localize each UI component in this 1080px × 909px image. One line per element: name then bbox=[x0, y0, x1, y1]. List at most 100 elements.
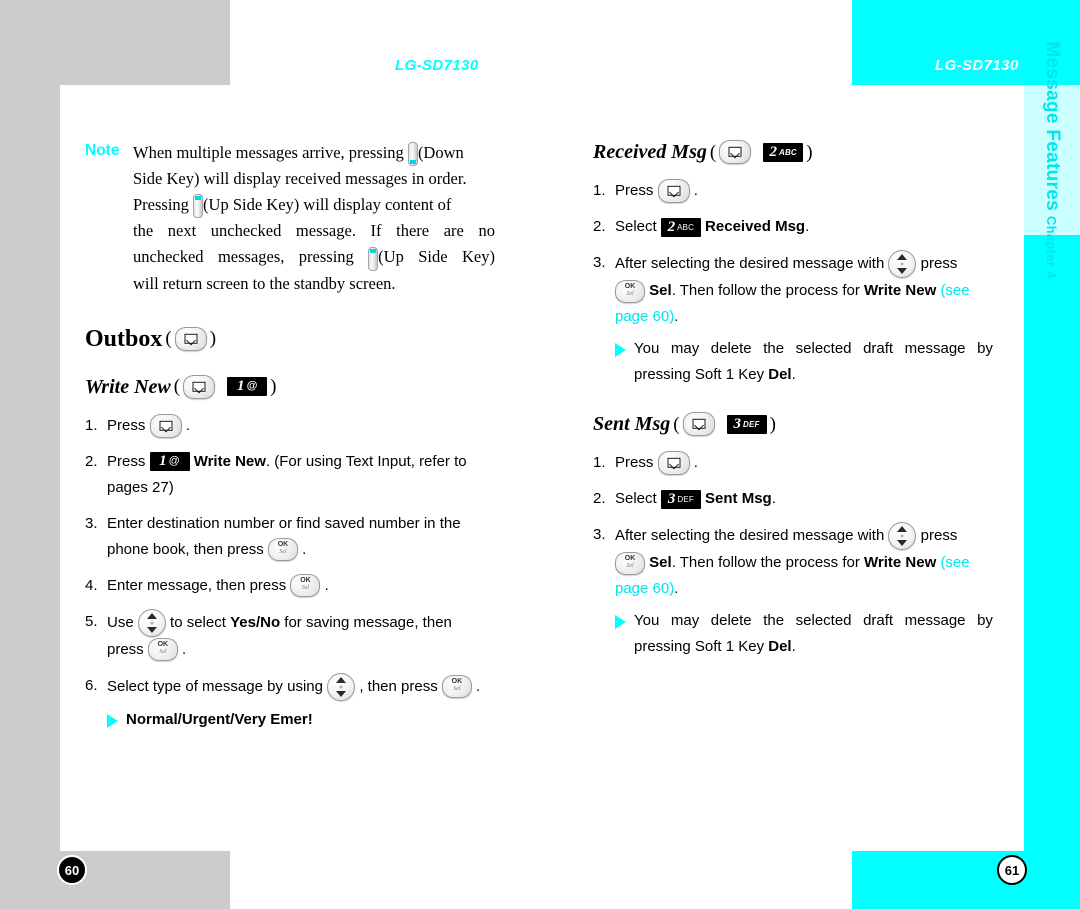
step-number: 2. bbox=[593, 218, 606, 235]
note-w-there: there bbox=[396, 221, 430, 241]
bl-w-the: the bbox=[763, 612, 785, 629]
decor-block-gray-bottom bbox=[0, 851, 230, 909]
step-number: 1. bbox=[593, 182, 606, 199]
note-line-1: When multiple messages arrive, pressing … bbox=[133, 140, 495, 167]
cross-reference-page[interactable]: page 60) bbox=[615, 308, 674, 325]
message-key-icon-sm bbox=[682, 412, 715, 436]
ok-key-icon-sm3: OK Sel bbox=[615, 551, 645, 575]
section-heading-outbox: Outbox ( ) bbox=[85, 326, 495, 351]
side-key-up-icon bbox=[193, 194, 204, 219]
note-line-4: the next unchecked message. If there are… bbox=[133, 218, 495, 244]
note-label: Note bbox=[85, 142, 120, 159]
key-1-digit: 1 bbox=[236, 378, 245, 395]
note-w-messages: messages, bbox=[217, 247, 285, 267]
side-key-down-icon bbox=[407, 142, 418, 167]
step-bold-label: Write New bbox=[193, 452, 266, 470]
navigation-key-icon-s6 bbox=[327, 672, 356, 701]
step-text-mid: . Then follow the process for bbox=[671, 282, 860, 299]
step-number: 3. bbox=[593, 254, 606, 271]
step-line-2: phone book, then press OK Sel . bbox=[107, 537, 495, 563]
step-item: 4. Enter message, then press OK Sel . bbox=[85, 573, 495, 599]
step-body: Select 3 DEF Sent Msg. bbox=[615, 486, 993, 512]
bl-w-the: the bbox=[763, 340, 785, 357]
step-body: Press . bbox=[107, 413, 495, 439]
note-w-the: the bbox=[133, 221, 154, 241]
chapter-tab-number: Chapter 4 bbox=[1044, 215, 1059, 279]
message-key-icon-s1 bbox=[149, 413, 182, 438]
note-w-message: message. bbox=[295, 221, 356, 241]
key-2-digit: 2 bbox=[769, 143, 777, 160]
note-w-no: no bbox=[478, 221, 495, 241]
key-3-label: DEF bbox=[743, 419, 760, 429]
step-line: After selecting the desired message with… bbox=[615, 522, 993, 550]
step-number: 6. bbox=[85, 676, 98, 694]
step-number: 1. bbox=[85, 416, 98, 434]
note-w-side: Side bbox=[418, 247, 448, 267]
step-number: 3. bbox=[593, 526, 606, 543]
step-item: 6. Select type of message by using , the… bbox=[85, 672, 495, 701]
triangle-bullet-icon bbox=[107, 713, 118, 728]
step-text-mid: . Then follow the process for bbox=[671, 554, 860, 571]
step-body: After selecting the desired message with… bbox=[615, 522, 993, 602]
received-msg-steps-list: 1. Press . 2. Select 2 ABC Received Msg. bbox=[593, 178, 993, 330]
key-1-label: @ bbox=[246, 380, 258, 393]
bl-bold-del: Del bbox=[768, 366, 792, 383]
step-text-end: press bbox=[920, 254, 958, 272]
navigation-key-icon-rm3 bbox=[888, 250, 917, 278]
step-bold-sel: Sel bbox=[649, 282, 672, 299]
note-body: When multiple messages arrive, pressing … bbox=[133, 140, 495, 297]
cross-reference-page[interactable]: page 60) bbox=[615, 580, 674, 597]
chapter-tab: Message Features Chapter 4 bbox=[1024, 41, 1080, 279]
keypad-key-3-icon: 3 DEF bbox=[726, 414, 767, 434]
message-key-icon-wn bbox=[183, 374, 216, 399]
bullet-line-2: pressing Soft 1 Key Del. bbox=[634, 362, 993, 388]
step-text-mid: , then press bbox=[359, 677, 438, 695]
subsection-heading-write-new: Write New ( 1 @ ) bbox=[85, 374, 495, 399]
bl-w-message: message bbox=[904, 612, 966, 629]
step-bold-sel: Sel bbox=[649, 554, 672, 571]
note-line-3-text-b: (Up Side Key) will display content of bbox=[203, 195, 452, 215]
step-item: 1. Press . bbox=[593, 450, 993, 476]
step-text-after: for saving message, then bbox=[284, 613, 452, 631]
step-text: Use bbox=[107, 613, 134, 631]
step-bold-write-new: Write New bbox=[864, 554, 937, 571]
bullet-line-1: You may delete the selected draft messag… bbox=[634, 608, 993, 634]
bl-w-selected: selected bbox=[795, 340, 852, 357]
bl-w-delete: delete bbox=[710, 340, 752, 357]
step-body: Select 2 ABC Received Msg. bbox=[615, 214, 993, 240]
step-item: 1. Press . bbox=[593, 178, 993, 204]
triangle-bullet-icon bbox=[615, 343, 626, 357]
paren-open-wn: ( bbox=[173, 376, 181, 398]
key-3-digit: 3 bbox=[667, 490, 676, 507]
step-text: Select bbox=[615, 218, 657, 235]
key-1-digit: 1 bbox=[159, 453, 167, 470]
decor-block-gray-top bbox=[0, 0, 230, 85]
cross-reference-link[interactable]: (see bbox=[940, 282, 969, 299]
step-line: After selecting the desired message with… bbox=[615, 250, 993, 278]
side-key-up-icon-2 bbox=[368, 246, 379, 271]
step-text: Press bbox=[615, 454, 654, 471]
step-number: 2. bbox=[85, 452, 98, 470]
key-2-label: ABC bbox=[778, 147, 797, 157]
sent-msg-title-text: Sent Msg bbox=[593, 413, 671, 435]
note-w-if: If bbox=[370, 221, 382, 241]
cross-reference-link[interactable]: (see bbox=[940, 554, 969, 571]
decor-block-gray-left bbox=[0, 85, 60, 851]
key-2-label: ABC bbox=[677, 222, 695, 232]
step-bold-label: Yes/No bbox=[230, 613, 281, 631]
ok-key-icon-s5: OK Sel bbox=[147, 638, 178, 662]
decor-block-cyan-bottom bbox=[852, 851, 1080, 909]
step-bold-label: Received Msg bbox=[705, 218, 806, 235]
step-item: 2. Select 2 ABC Received Msg. bbox=[593, 214, 993, 240]
step-line-2: pages 27) bbox=[107, 478, 174, 496]
ok-key-top-label: OK bbox=[157, 641, 169, 649]
message-key-icon bbox=[174, 326, 207, 351]
navigation-key-icon-s5 bbox=[137, 608, 166, 637]
paren-close-sm: ) bbox=[769, 413, 776, 435]
ok-key-bottom-label: Sel bbox=[279, 549, 287, 556]
step-line: Enter destination number or find saved n… bbox=[107, 514, 461, 532]
bl-text: pressing Soft 1 Key bbox=[634, 638, 765, 655]
page-number-left: 60 bbox=[57, 855, 87, 885]
step-text: Select type of message by using bbox=[107, 677, 323, 695]
step-text-end: . bbox=[674, 308, 679, 325]
